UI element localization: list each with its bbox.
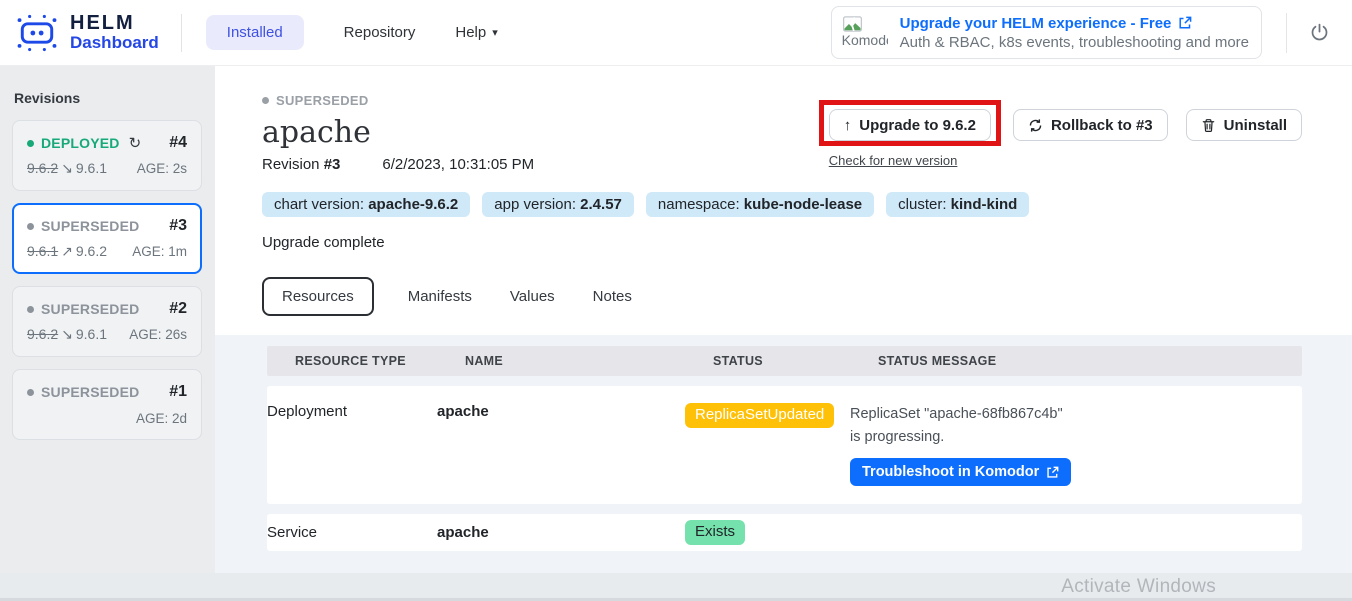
- bottom-strip: Activate Windows: [0, 573, 1352, 601]
- helm-robot-icon: [14, 13, 60, 53]
- uninstall-button[interactable]: Uninstall: [1186, 109, 1302, 141]
- table-row-deployment: Deployment apache ReplicaSetUpdated Repl…: [267, 386, 1302, 504]
- helm-dashboard-logo[interactable]: HELM Dashboard: [14, 13, 159, 53]
- revision-number: #1: [169, 383, 187, 401]
- revision-status: SUPERSEDED: [27, 218, 139, 234]
- version-change: 9.6.1↗9.6.2: [27, 243, 107, 260]
- version-change: 9.6.2↘9.6.1: [27, 160, 107, 177]
- help-label: Help: [455, 24, 486, 41]
- revision-number: #3: [169, 217, 187, 235]
- promo-subtitle: Auth & RBAC, k8s events, troubleshooting…: [900, 34, 1249, 51]
- troubleshoot-komodor-button[interactable]: Troubleshoot in Komodor: [850, 458, 1071, 486]
- tab-notes[interactable]: Notes: [589, 279, 636, 314]
- rollback-icon: [1028, 118, 1043, 133]
- status-dot: [262, 97, 269, 104]
- release-metadata-chips: chart version: apache-9.6.2 app version:…: [215, 192, 1352, 217]
- revision-status: SUPERSEDED: [27, 384, 139, 400]
- status-message-cell: ReplicaSet "apache-68fb867c4b" is progre…: [850, 403, 1302, 486]
- resource-status-cell: Exists: [685, 520, 850, 545]
- release-detail-panel: SUPERSEDED apache Revision #3 6/2/2023, …: [215, 66, 1352, 573]
- status-message-text: ReplicaSet "apache-68fb867c4b" is progre…: [850, 403, 1068, 449]
- downgrade-arrow-icon: ↘: [61, 160, 73, 176]
- release-description: Upgrade complete: [215, 234, 1352, 251]
- redeploy-icon: ↻: [129, 134, 142, 152]
- brand-name: HELM: [70, 13, 159, 34]
- table-row-service: Service apache Exists: [267, 514, 1302, 551]
- namespace-chip: namespace: kube-node-lease: [646, 192, 874, 217]
- brand-subname: Dashboard: [70, 34, 159, 52]
- komodor-broken-image: Komodor: [842, 16, 888, 49]
- revision-number: #2: [169, 300, 187, 318]
- activate-windows-watermark: Activate Windows: [1061, 576, 1216, 598]
- revision-number: #4: [169, 134, 187, 152]
- revision-meta: Revision #3: [262, 156, 340, 173]
- navbar-divider: [181, 14, 182, 52]
- release-date: 6/2/2023, 10:31:05 PM: [382, 156, 534, 173]
- external-link-icon: [1178, 16, 1192, 30]
- status-dot: [27, 140, 34, 147]
- cluster-chip: cluster: kind-kind: [886, 192, 1029, 217]
- top-navbar: HELM Dashboard Installed Repository Help…: [0, 0, 1352, 66]
- upgrade-button[interactable]: ↑ Upgrade to 9.6.2: [829, 109, 991, 141]
- resource-type-cell: Service: [267, 524, 437, 541]
- shutdown-button[interactable]: [1305, 18, 1334, 47]
- col-name: NAME: [465, 354, 713, 368]
- revision-status: SUPERSEDED: [27, 301, 139, 317]
- nav-item-installed[interactable]: Installed: [206, 15, 304, 50]
- revision-status: DEPLOYED ↻: [27, 134, 141, 152]
- status-badge: Exists: [685, 520, 745, 545]
- status-dot: [27, 306, 34, 313]
- chart-version-chip: chart version: apache-9.6.2: [262, 192, 470, 217]
- app-version-chip: app version: 2.4.57: [482, 192, 634, 217]
- col-resource-type: RESOURCE TYPE: [295, 354, 465, 368]
- revision-card-3[interactable]: SUPERSEDED #3 9.6.1↗9.6.2 AGE: 1m: [12, 203, 202, 274]
- revision-age: AGE: 26s: [129, 327, 187, 342]
- release-actions: ↑ Upgrade to 9.6.2 Check for new version: [829, 93, 1302, 141]
- revision-age: AGE: 1m: [132, 244, 187, 259]
- tab-resources[interactable]: Resources: [262, 277, 374, 316]
- revision-age: AGE: 2s: [137, 161, 187, 176]
- status-badge: ReplicaSetUpdated: [685, 403, 834, 428]
- navbar-right-divider: [1286, 13, 1287, 53]
- tab-manifests[interactable]: Manifests: [404, 279, 476, 314]
- chevron-down-icon: ▾: [492, 26, 498, 39]
- downgrade-arrow-icon: ↘: [61, 326, 73, 342]
- col-status: STATUS: [713, 354, 878, 368]
- resource-type-cell: Deployment: [267, 403, 437, 420]
- status-dot: [27, 223, 34, 230]
- revision-card-2[interactable]: SUPERSEDED #2 9.6.2↘9.6.1 AGE: 26s: [12, 286, 202, 357]
- up-arrow-icon: ↑: [844, 117, 852, 134]
- status-dot: [27, 389, 34, 396]
- revision-card-4[interactable]: DEPLOYED ↻ #4 9.6.2↘9.6.1 AGE: 2s: [12, 120, 202, 191]
- rollback-button[interactable]: Rollback to #3: [1013, 109, 1168, 141]
- resource-name-cell: apache: [437, 403, 685, 420]
- komodor-alt-text: Komodor: [842, 32, 888, 48]
- version-change: 9.6.2↘9.6.1: [27, 326, 107, 343]
- revision-card-1[interactable]: SUPERSEDED #1 AGE: 2d: [12, 369, 202, 440]
- nav-item-help[interactable]: Help ▾: [455, 24, 497, 41]
- release-status: SUPERSEDED: [262, 93, 534, 108]
- resource-name-cell: apache: [437, 524, 685, 541]
- revision-age: AGE: 2d: [136, 411, 187, 426]
- resources-table-header: RESOURCE TYPE NAME STATUS STATUS MESSAGE: [267, 346, 1302, 376]
- promo-title: Upgrade your HELM experience - Free: [900, 15, 1172, 32]
- revisions-sidebar: Revisions DEPLOYED ↻ #4 9.6.2↘9.6.1 AGE:…: [0, 66, 215, 573]
- external-link-icon: [1046, 466, 1059, 479]
- sidebar-title: Revisions: [14, 90, 215, 106]
- nav-item-repository[interactable]: Repository: [344, 24, 416, 41]
- detail-tabs: Resources Manifests Values Notes: [215, 277, 1352, 316]
- tab-values[interactable]: Values: [506, 279, 559, 314]
- col-status-message: STATUS MESSAGE: [878, 354, 1302, 368]
- upgrade-arrow-icon: ↗: [61, 243, 73, 259]
- resources-tab-content: RESOURCE TYPE NAME STATUS STATUS MESSAGE…: [215, 335, 1352, 573]
- trash-icon: [1201, 118, 1216, 133]
- page-title: apache: [262, 115, 534, 150]
- komodor-promo-banner[interactable]: Komodor Upgrade your HELM experience - F…: [831, 6, 1262, 59]
- check-new-version-link[interactable]: Check for new version: [829, 153, 958, 168]
- resource-status-cell: ReplicaSetUpdated: [685, 403, 850, 428]
- main-nav: Installed Repository Help ▾: [206, 15, 498, 50]
